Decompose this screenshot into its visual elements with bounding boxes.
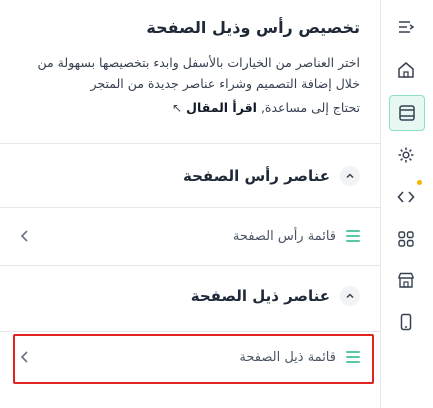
collapse-button[interactable] <box>340 286 360 306</box>
list-item-header-menu[interactable]: قائمة رأس الصفحة <box>0 214 380 262</box>
collapse-button[interactable] <box>340 166 360 186</box>
menu-lines-icon <box>346 230 360 242</box>
divider <box>0 143 380 144</box>
page-description: اختر العناصر من الخيارات بالأسفل وابدء ب… <box>37 55 361 91</box>
sidebar <box>380 0 433 408</box>
section-title: عناصر ذيل الصفحة <box>190 287 330 305</box>
layout-icon[interactable] <box>389 95 425 131</box>
chevron-up-icon <box>346 173 354 179</box>
content-panel: تخصيص رأس وذيل الصفحة اختر العناصر من ال… <box>0 0 380 408</box>
external-arrow-icon: ↖ <box>172 100 183 115</box>
divider <box>0 265 380 266</box>
highlight-box <box>13 334 374 384</box>
code-icon[interactable] <box>389 180 423 214</box>
store-icon[interactable] <box>389 263 423 297</box>
section-footer-elements[interactable]: عناصر ذيل الصفحة <box>191 286 360 306</box>
mobile-icon[interactable] <box>389 305 423 339</box>
section-header-elements[interactable]: عناصر رأس الصفحة <box>183 166 360 186</box>
chevron-left-icon <box>20 230 28 242</box>
section-title: عناصر رأس الصفحة <box>182 167 330 185</box>
divider <box>0 331 380 332</box>
notification-dot <box>417 180 422 185</box>
home-icon[interactable] <box>389 53 423 87</box>
read-article-link[interactable]: اقرأ المقال <box>186 100 257 115</box>
help-prefix: تحتاج إلى مساعدة, <box>260 100 360 115</box>
help-line: تحتاج إلى مساعدة, اقرأ المقال ↖ <box>172 100 360 115</box>
chevron-up-icon <box>346 293 354 299</box>
gear-icon[interactable] <box>389 138 423 172</box>
page-title: تخصيص رأس وذيل الصفحة <box>146 18 360 37</box>
grid-icon[interactable] <box>389 222 423 256</box>
list-item-label: قائمة رأس الصفحة <box>232 229 336 244</box>
divider <box>0 207 380 208</box>
collapse-icon[interactable] <box>389 10 423 44</box>
